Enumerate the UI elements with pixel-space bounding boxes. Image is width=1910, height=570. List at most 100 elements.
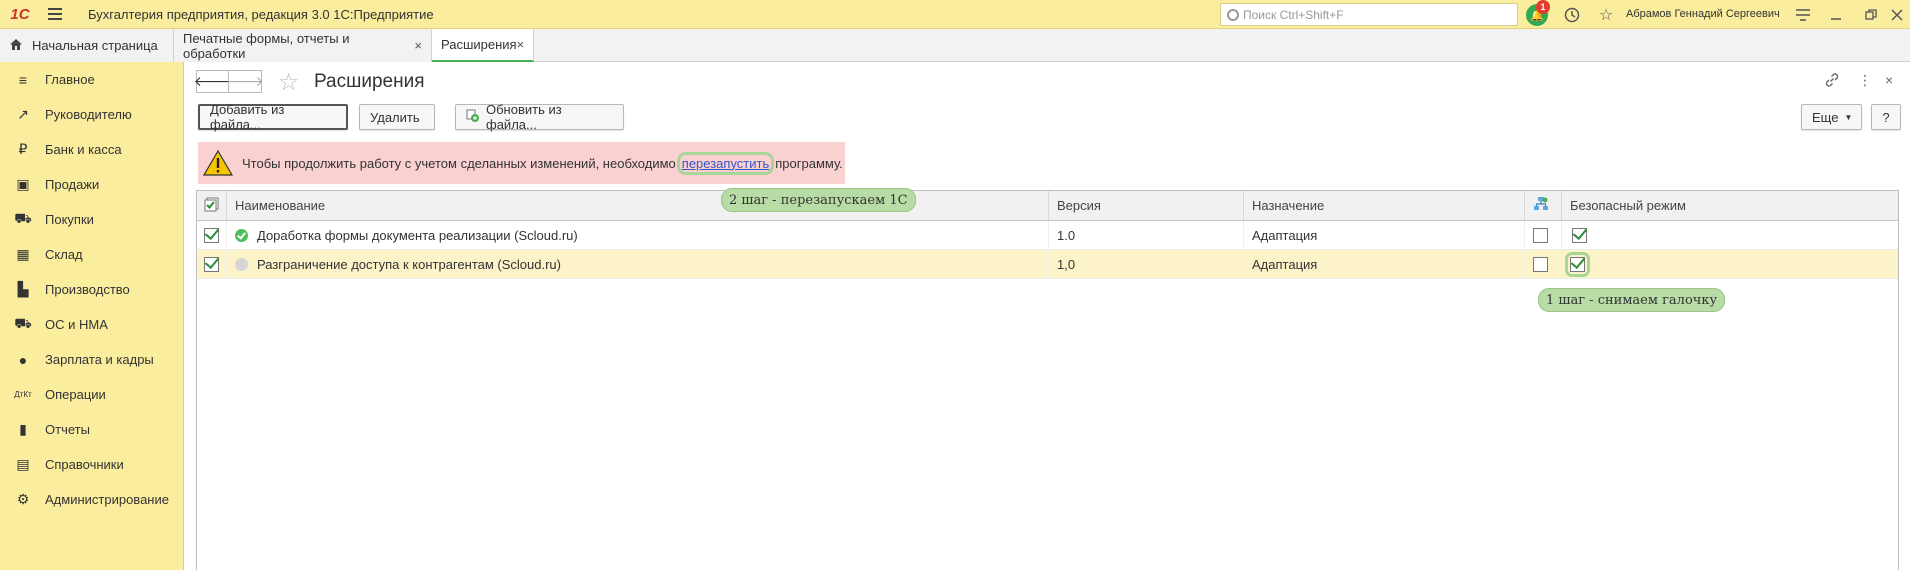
flag-checkbox[interactable] (1533, 256, 1548, 272)
close-tab-icon[interactable]: × (517, 37, 525, 52)
back-arrow-icon[interactable]: 🡐 (194, 70, 231, 93)
tab-extensions[interactable]: Расширения × (432, 29, 534, 62)
sidebar-item-label: Главное (45, 72, 95, 87)
history-icon[interactable] (1561, 4, 1583, 26)
minimize-icon[interactable] (1825, 4, 1847, 26)
close-tab-icon[interactable]: × (414, 38, 422, 53)
sidebar-item-label: ОС и НМА (45, 317, 108, 332)
checkbox-list-icon (204, 197, 219, 215)
annotation-step-2: 2 шаг - перезапускаем 1С (721, 188, 916, 212)
status-inactive-icon (235, 257, 248, 271)
sidebar-item-admin[interactable]: ⚙ Администрирование (0, 482, 183, 517)
sidebar-item-label: Зарплата и кадры (45, 352, 154, 367)
table-row-selected[interactable]: Разграничение доступа к контрагентам (Sc… (197, 250, 1898, 279)
dropdown-arrow-icon: ▼ (1844, 112, 1853, 122)
trend-icon: ↗ (17, 106, 29, 122)
home-icon (9, 38, 23, 54)
main-menu-button[interactable] (40, 0, 70, 29)
table-header: Наименование Версия Назначение Безопасны… (197, 191, 1898, 221)
warning-text-after: программу. (775, 155, 843, 171)
truck-icon: ⛟ (14, 315, 32, 331)
sidebar-item-purchases[interactable]: ⛟ Покупки (0, 202, 183, 237)
list-icon: ≡ (18, 71, 28, 88)
extensions-table: Наименование Версия Назначение Безопасны… (196, 190, 1899, 570)
bag-icon: ▣ (16, 176, 30, 192)
active-checkbox[interactable] (204, 227, 219, 243)
sidebar-item-reports[interactable]: ▮ Отчеты (0, 412, 183, 447)
extension-purpose: Адаптация (1244, 221, 1525, 249)
sidebar-item-main[interactable]: ≡ Главное (0, 62, 183, 97)
column-header-flag[interactable] (1525, 191, 1562, 220)
extension-name: Разграничение доступа к контрагентам (Sc… (257, 256, 561, 272)
update-icon (466, 109, 480, 126)
global-search-input[interactable]: Поиск Ctrl+Shift+F (1220, 3, 1518, 26)
table-row[interactable]: Доработка формы документа реализации (Sc… (197, 221, 1898, 250)
close-window-icon[interactable] (1886, 4, 1908, 26)
flag-checkbox[interactable] (1533, 227, 1548, 243)
user-name[interactable]: Абрамов Геннадий Сергеевич (1626, 8, 1780, 20)
forward-arrow-icon[interactable]: 🡒 (226, 70, 264, 93)
sections-sidebar: ≡ Главное ↗ Руководителю ₽ Банк и касса ▣ Пр… (0, 62, 184, 570)
settings-menu-icon[interactable] (1792, 4, 1814, 26)
sidebar-item-warehouse[interactable]: ▦ Склад (0, 237, 183, 272)
sidebar-item-manager[interactable]: ↗ Руководителю (0, 97, 183, 132)
app-logo: 1С (10, 5, 30, 23)
sidebar-item-operations[interactable]: ДтКт Операции (0, 377, 183, 412)
safe-mode-highlight (1565, 251, 1590, 277)
favorite-star-icon[interactable]: ☆ (278, 68, 300, 97)
book-icon: ▤ (16, 456, 30, 472)
more-actions-icon[interactable]: ⋮ (1858, 72, 1872, 89)
update-from-file-button[interactable]: Обновить из файла... (455, 102, 624, 132)
restart-link[interactable]: перезапустить (682, 156, 769, 171)
search-placeholder: Поиск Ctrl+Shift+F (1243, 7, 1344, 22)
sidebar-item-label: Продажи (45, 177, 100, 192)
sidebar-item-label: Покупки (45, 212, 94, 227)
help-button[interactable]: ? (1871, 104, 1901, 130)
column-header-name[interactable]: Наименование (227, 191, 1049, 220)
title-bar: 1С Бухгалтерия предприятия, редакция 3.0… (0, 0, 1910, 29)
app-title: Бухгалтерия предприятия, редакция 3.0 1С… (88, 6, 434, 22)
sidebar-item-production[interactable]: ▙ Производство (0, 272, 183, 307)
more-button[interactable]: Еще ▼ (1801, 104, 1862, 130)
annotation-step-1: 1 шаг - снимаем галочку (1538, 288, 1726, 312)
active-column-header[interactable] (197, 191, 227, 220)
restart-warning: Чтобы продолжить работу с учетом сделанн… (198, 142, 845, 184)
sidebar-item-label: Руководителю (45, 107, 132, 122)
sidebar-item-label: Банк и касса (45, 142, 122, 157)
column-header-safe-mode[interactable]: Безопасный режим (1562, 191, 1898, 220)
tab-home[interactable]: Начальная страница (0, 29, 174, 62)
close-form-icon[interactable]: × (1885, 72, 1893, 88)
ruble-icon: ₽ (18, 141, 28, 157)
sidebar-item-assets[interactable]: ⛟ ОС и НМА (0, 307, 183, 342)
favorites-star-icon[interactable]: ☆ (1595, 4, 1617, 26)
tab-home-label: Начальная страница (32, 38, 158, 53)
sidebar-item-salary[interactable]: ● Зарплата и кадры (0, 342, 183, 377)
status-ok-icon (235, 228, 248, 242)
navigation-buttons: 🡐 🡒 (194, 70, 264, 93)
sidebar-item-catalogs[interactable]: ▤ Справочники (0, 447, 183, 482)
column-header-version[interactable]: Версия (1049, 191, 1244, 220)
extensions-form: 🡐 🡒 ☆ Расширения ⋮ × Добавить из файла..… (184, 62, 1910, 570)
sidebar-item-label: Администрирование (45, 492, 169, 507)
sidebar-item-label: Производство (45, 282, 130, 297)
delete-button[interactable]: Удалить (359, 104, 435, 130)
safe-mode-checkbox[interactable] (1572, 227, 1587, 243)
more-button-label: Еще (1812, 109, 1839, 125)
bar-chart-icon: ▮ (19, 421, 27, 437)
column-header-purpose[interactable]: Назначение (1244, 191, 1525, 220)
link-icon[interactable] (1824, 72, 1840, 91)
page-title: Расширения (314, 71, 425, 92)
active-checkbox[interactable] (204, 256, 219, 272)
sidebar-item-label: Операции (45, 387, 106, 402)
sidebar-item-label: Отчеты (45, 422, 90, 437)
sidebar-item-bank[interactable]: ₽ Банк и касса (0, 132, 183, 167)
safe-mode-checkbox[interactable] (1570, 256, 1585, 272)
tab-print-forms[interactable]: Печатные формы, отчеты и обработки × (174, 29, 432, 62)
restore-icon[interactable] (1860, 4, 1882, 26)
extension-version: 1,0 (1049, 250, 1244, 278)
sidebar-item-label: Справочники (45, 457, 124, 472)
sidebar-item-sales[interactable]: ▣ Продажи (0, 167, 183, 202)
add-from-file-button[interactable]: Добавить из файла... (198, 102, 348, 132)
open-tabs-bar: Начальная страница Печатные формы, отчет… (0, 29, 1910, 62)
extension-version: 1.0 (1049, 221, 1244, 249)
